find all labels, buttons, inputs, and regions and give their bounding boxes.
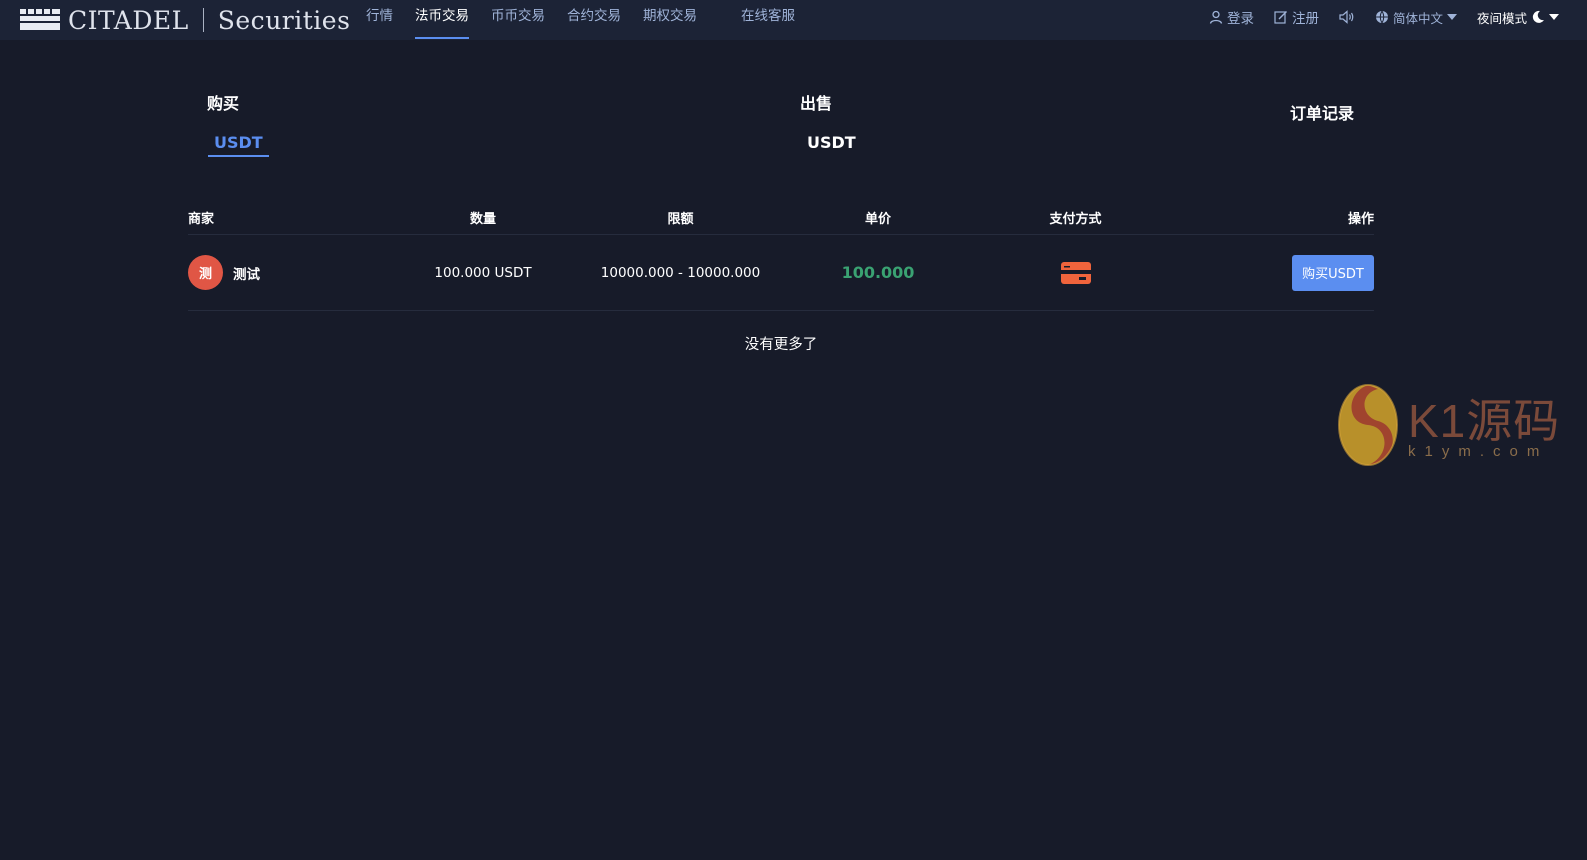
header-action: 操作	[1347, 211, 1374, 227]
globe-icon	[1375, 10, 1388, 24]
logo[interactable]: CITADEL Securities	[20, 4, 350, 36]
watermark-url: k1ym.com	[1408, 443, 1549, 460]
buy-usdt-button[interactable]: 购买USDT	[1292, 254, 1374, 291]
speaker-icon	[1339, 10, 1354, 24]
login-label: 登录	[1226, 11, 1254, 27]
sound-toggle[interactable]	[1339, 10, 1355, 24]
night-mode-toggle[interactable]: 夜间模式	[1477, 8, 1559, 27]
main-nav: 行情 法币交易 币币交易 合约交易 期权交易 在线客服	[366, 0, 817, 40]
buy-coin-tab-usdt[interactable]: USDT	[208, 133, 269, 157]
header-merchant: 商家	[188, 211, 215, 227]
bank-card-icon	[1060, 261, 1091, 284]
language-select[interactable]: 简体中文	[1375, 8, 1457, 27]
nav-market[interactable]: 行情	[366, 0, 393, 40]
buy-tab-title[interactable]: 购买	[207, 90, 239, 114]
sell-tab-title[interactable]: 出售	[800, 90, 832, 114]
header-limit: 限额	[667, 211, 694, 227]
nav-options-trade[interactable]: 期权交易	[643, 0, 697, 40]
watermark-logo: K1源码 k1ym.com	[1338, 383, 1559, 468]
moon-icon	[1532, 10, 1544, 23]
language-label: 简体中文	[1392, 10, 1443, 26]
logo-divider	[202, 8, 204, 32]
table-header: 商家 数量 限额 单价 支付方式 操作	[188, 200, 1374, 235]
logo-main-text: CITADEL	[68, 5, 189, 35]
top-navbar: CITADEL Securities 行情 法币交易 币币交易 合约交易 期权交…	[0, 0, 1587, 40]
watermark-emblem-icon	[1338, 384, 1398, 466]
logo-sub-text: Securities	[217, 5, 351, 35]
action-cell: 购买USDT	[1178, 254, 1374, 291]
header-price: 单价	[864, 211, 891, 227]
merchant-cell: 测 测试	[188, 255, 388, 290]
quantity-cell: 100.000 USDT	[434, 264, 532, 281]
nav-spot-trade[interactable]: 币币交易	[491, 0, 545, 40]
order-history-link[interactable]: 订单记录	[1290, 100, 1354, 124]
payment-cell	[973, 261, 1178, 284]
register-label: 注册	[1291, 11, 1319, 27]
header-payment: 支付方式	[1049, 211, 1102, 227]
table-row: 测 测试 100.000 USDT 10000.000 - 10000.000 …	[188, 235, 1374, 311]
merchant-name[interactable]: 测试	[233, 263, 260, 283]
no-more-text: 没有更多了	[744, 337, 818, 353]
caret-down-icon	[1549, 14, 1559, 20]
logo-mark-icon	[20, 9, 60, 30]
nav-online-support[interactable]: 在线客服	[741, 0, 795, 40]
header-quantity: 数量	[469, 211, 496, 227]
login-link[interactable]: 登录	[1209, 7, 1254, 27]
nav-fiat-trade[interactable]: 法币交易	[415, 0, 469, 40]
sell-coin-tab-usdt[interactable]: USDT	[807, 133, 856, 152]
ad-table: 商家 数量 限额 单价 支付方式 操作 测 测试 100.000 USDT 10…	[188, 200, 1374, 311]
avatar: 测	[188, 255, 223, 290]
register-link[interactable]: 注册	[1274, 7, 1319, 27]
watermark-brand: K1源码	[1408, 395, 1561, 447]
caret-down-icon	[1446, 14, 1457, 20]
edit-icon	[1274, 11, 1287, 24]
user-icon	[1209, 10, 1223, 24]
night-mode-label: 夜间模式	[1476, 10, 1527, 26]
header-tools: 登录 注册 简体中文 夜间模式	[1209, 0, 1559, 34]
nav-contract-trade[interactable]: 合约交易	[567, 0, 621, 40]
price-cell: 100.000	[841, 263, 915, 282]
limit-cell: 10000.000 - 10000.000	[600, 264, 761, 281]
